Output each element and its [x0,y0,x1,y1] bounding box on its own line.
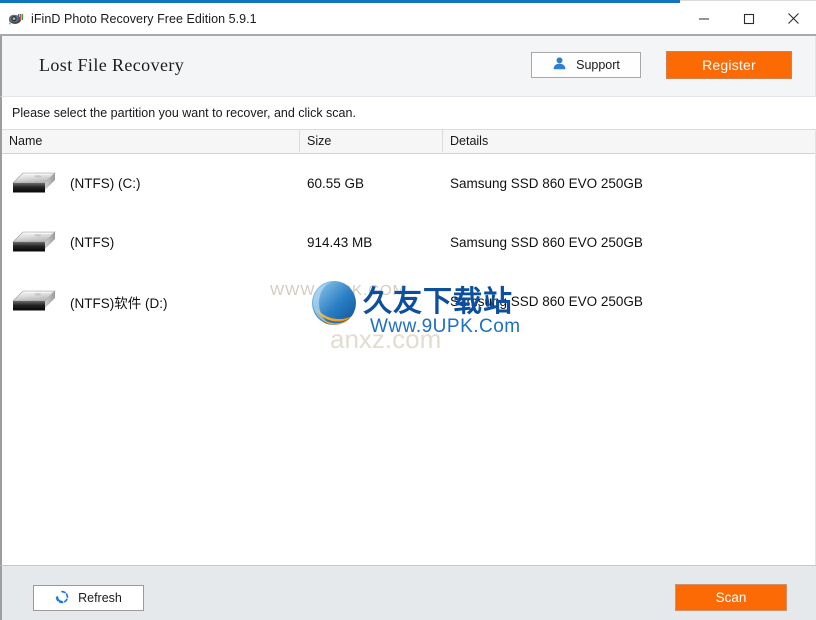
cell-details: Samsung SSD 860 EVO 250GB [450,294,643,309]
table-row[interactable]: (NTFS) (C:) 60.55 GB Samsung SSD 860 EVO 2… [2,154,815,213]
minimize-icon [698,18,709,19]
close-button[interactable] [771,3,816,34]
instruction-text: Please select the partition you want to … [12,106,356,120]
cell-name: (NTFS) (C:) [2,154,299,213]
hard-drive-icon [10,228,58,258]
cell-details: Samsung SSD 860 EVO 250GB [450,235,643,250]
column-header-details[interactable]: Details [442,130,816,152]
hard-drive-icon [10,169,58,199]
cell-details: Samsung SSD 860 EVO 250GB [450,176,643,191]
maximize-icon [743,13,754,24]
hard-drive-icon [12,231,56,251]
hard-drive-icon [12,172,56,192]
cell-name: (NTFS)软件 (D:) [2,272,299,331]
register-label: Register [702,57,756,73]
cell-size: 60.55 GB [307,176,365,191]
cell-size [299,272,442,331]
window-top-border [680,0,816,1]
window-controls [681,3,816,34]
app-icon [8,11,24,27]
user-icon [552,56,567,74]
hard-drive-icon [10,287,58,317]
column-header-name[interactable]: Name [2,130,299,152]
table-row[interactable]: (NTFS) 914.43 MB Samsung SSD 860 EVO 250GB [2,213,815,272]
refresh-button[interactable]: Refresh [33,585,144,611]
register-button[interactable]: Register [666,51,792,79]
maximize-button[interactable] [726,3,771,34]
instruction-bar: Please select the partition you want to … [0,96,816,129]
table-row[interactable]: (NTFS)软件 (D:) Samsung SSD 860 EVO 250GB [2,272,815,331]
scan-label: Scan [715,590,747,605]
partition-name-label: (NTFS) [70,235,115,250]
support-button[interactable]: Support [531,52,641,78]
window-title: iFinD Photo Recovery Free Edition 5.9.1 [31,11,257,26]
column-header-size[interactable]: Size [299,130,442,152]
application-window: iFinD Photo Recovery Free Edition 5.9.1 [0,0,816,620]
footer-bar: Refresh Scan [0,565,816,620]
partition-name-label: (NTFS)软件 (D:) [70,295,168,311]
close-icon [788,13,799,24]
support-label: Support [576,58,620,72]
cell-name: (NTFS) [2,213,299,272]
scan-button[interactable]: Scan [675,584,787,611]
partition-name-label: (NTFS) (C:) [70,176,141,191]
page-title: Lost File Recovery [39,55,185,75]
refresh-circle-icon [55,590,69,607]
partition-table: Name Size Details (NTFS) (C:) 60.55 GB Sam… [0,129,816,565]
cell-size: 914.43 MB [307,235,373,250]
minimize-button[interactable] [681,3,726,34]
refresh-label: Refresh [78,591,122,605]
table-header-row: Name Size Details [2,129,815,154]
hard-drive-icon [12,290,56,310]
title-bar[interactable]: iFinD Photo Recovery Free Edition 5.9.1 [0,3,816,34]
table-body: (NTFS) (C:) 60.55 GB Samsung SSD 860 EVO 2… [2,154,815,331]
